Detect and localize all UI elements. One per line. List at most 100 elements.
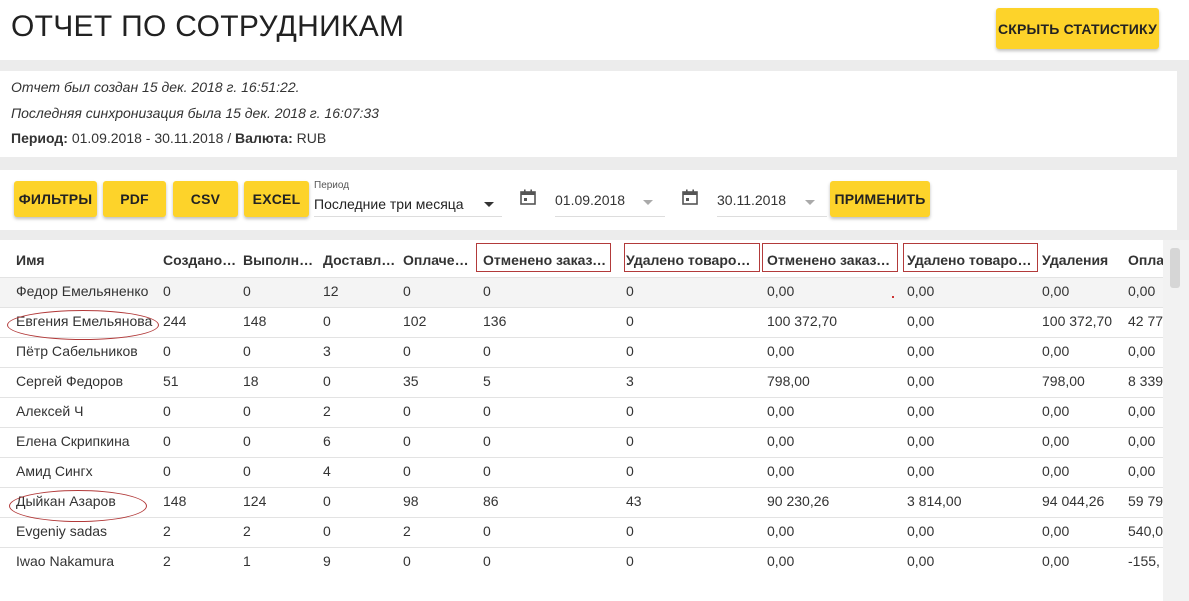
table-cell: 0,00 [907,343,935,359]
table-cell: 0 [403,463,411,479]
page-header: ОТЧЕТ ПО СОТРУДНИКАМ СКРЫТЬ СТАТИСТИКУ [0,0,1189,60]
period-select-value: Последние три месяца [314,196,464,212]
table-cell: 12 [323,283,339,299]
employee-name-cell: Алексей Ч [16,403,84,419]
table-cell: 0,00 [1042,403,1070,419]
table-cell: 18 [243,373,259,389]
employee-name-cell: Iwao Nakamura [16,553,115,569]
table-cell: 0,00 [767,463,795,479]
table-cell: 0,00 [907,373,935,389]
table-cell: 0 [163,433,171,449]
table-cell: 0,00 [1042,433,1070,449]
table-cell: 0 [483,403,491,419]
table-cell: 0 [403,343,411,359]
chevron-down-icon [805,200,815,205]
scrollbar-thumb[interactable] [1170,248,1180,288]
table-cell: 0 [323,313,331,329]
calendar-icon[interactable] [682,189,698,205]
column-header-delivered[interactable]: Доставл… [323,250,399,270]
table-cell: 2 [163,553,171,569]
table-cell: 136 [483,313,507,329]
column-header-cancelled-orders-sum[interactable]: Отменено заказо… [767,250,893,270]
table-cell: 0,00 [907,433,935,449]
table-cell: 0,00 [1128,283,1156,299]
vertical-scrollbar[interactable] [1163,240,1189,601]
column-header-removed-items[interactable]: Удалено товаров … [626,250,754,270]
table-cell: 2 [243,523,251,539]
table-cell: 0,00 [1128,403,1156,419]
column-header-cancelled-orders[interactable]: Отменено заказов [483,250,607,270]
table-row[interactable]: Елена Скрипкина 0 0 6 0 0 0 0,00 0,00 0,00 0,00 [0,427,1163,458]
table-cell: 0 [626,313,634,329]
table-cell: 0 [626,523,634,539]
column-header-name[interactable]: Имя [16,250,156,270]
table-cell: 1 [243,553,251,569]
table-cell: 100 372,70 [767,313,838,329]
employee-name-cell: Пётр Сабельников [16,343,138,359]
annotation-ellipse [9,490,147,522]
table-cell: 0 [626,283,634,299]
employee-name-cell: Амид Сингх [16,463,93,479]
table-row[interactable]: Амид Сингх 0 0 4 0 0 0 0,00 0,00 0,00 0,00 [0,457,1163,488]
column-header-created[interactable]: Создано… [163,250,239,270]
export-excel-button[interactable]: EXCEL [244,181,309,217]
table-cell: 0 [243,403,251,419]
report-created-text: Отчет был создан 15 дек. 2018 г. 16:51:2… [11,79,300,95]
table-cell: 0,00 [907,553,935,569]
date-from-field[interactable]: 01.09.2018 [555,192,665,217]
table-cell: 0 [323,523,331,539]
employee-report-table: Имя Создано… Выполн… Доставл… Оплачен… Отмене… [0,240,1163,601]
table-cell: 0,00 [767,433,795,449]
table-cell: 0 [243,433,251,449]
table-cell: 0,00 [1042,463,1070,479]
table-cell: 0 [323,373,331,389]
table-cell: 94 044,26 [1042,493,1105,509]
table-cell: 0,00 [1042,343,1070,359]
table-cell: 0,00 [1128,463,1156,479]
chevron-down-icon [643,200,653,205]
table-cell: 244 [163,313,187,329]
apply-button[interactable]: ПРИМЕНИТЬ [830,181,930,217]
table-row[interactable]: Сергей Федоров 51 18 0 35 5 3 798,00 0,00 798,00 8… [0,367,1163,398]
table-cell: 148 [163,493,187,509]
table-row[interactable]: Evgeniy sadas 2 2 0 2 0 0 0,00 0,00 0,00 540,0 [0,517,1163,548]
column-header-deletions[interactable]: Удаления [1042,250,1122,270]
table-cell: 5 [483,373,491,389]
hide-statistics-button[interactable]: СКРЫТЬ СТАТИСТИКУ [996,8,1159,49]
table-row[interactable]: Федор Емельяненко 0 0 12 0 0 0 0,00 0,00 0,00 0,00 [0,277,1163,308]
period-caption: Период [314,180,350,191]
column-header-removed-items-sum[interactable]: Удалено товаров… [907,250,1033,270]
table-cell: 0 [163,403,171,419]
column-header-paid-sum[interactable]: Опла [1128,250,1163,270]
calendar-icon[interactable] [520,189,536,205]
table-cell: 6 [323,433,331,449]
table-row[interactable]: Евгения Емельянова 244 148 0 102 136 0 100 372,… [0,307,1163,338]
table-cell: 0 [483,283,491,299]
table-cell: 0 [626,403,634,419]
column-header-paid[interactable]: Оплачен… [403,250,477,270]
currency-value: RUB [292,130,327,146]
column-header-completed[interactable]: Выполн… [243,250,319,270]
employee-name-cell: Evgeniy sadas [16,523,108,539]
table-cell: 0 [163,343,171,359]
table-cell: 0,00 [907,403,935,419]
table-cell: 0,00 [767,343,795,359]
export-csv-button[interactable]: CSV [173,181,238,217]
date-to-field[interactable]: 30.11.2018 [717,192,827,217]
table-cell: 35 [403,373,419,389]
table-cell: 798,00 [767,373,810,389]
annotation-dot [892,296,894,298]
table-row[interactable]: Iwao Nakamura 2 1 9 0 0 0 0,00 0,00 0,00 -155, [0,547,1163,578]
table-row[interactable]: Дыйкан Азаров 148 124 0 98 86 43 90 230,26 3 814… [0,487,1163,518]
export-pdf-button[interactable]: PDF [103,181,166,217]
table-cell: 42 77 [1128,313,1163,329]
table-cell: 540,0 [1128,523,1163,539]
table-cell: 0 [403,283,411,299]
table-cell: 2 [163,523,171,539]
table-cell: 3 [323,343,331,359]
table-row[interactable]: Пётр Сабельников 0 0 3 0 0 0 0,00 0,00 0,00 0,00 [0,337,1163,368]
filters-button[interactable]: ФИЛЬТРЫ [14,181,97,217]
period-select[interactable]: Последние три месяца [314,196,502,217]
table-cell: 0 [483,463,491,479]
table-row[interactable]: Алексей Ч 0 0 2 0 0 0 0,00 0,00 0,00 0,00 [0,397,1163,428]
